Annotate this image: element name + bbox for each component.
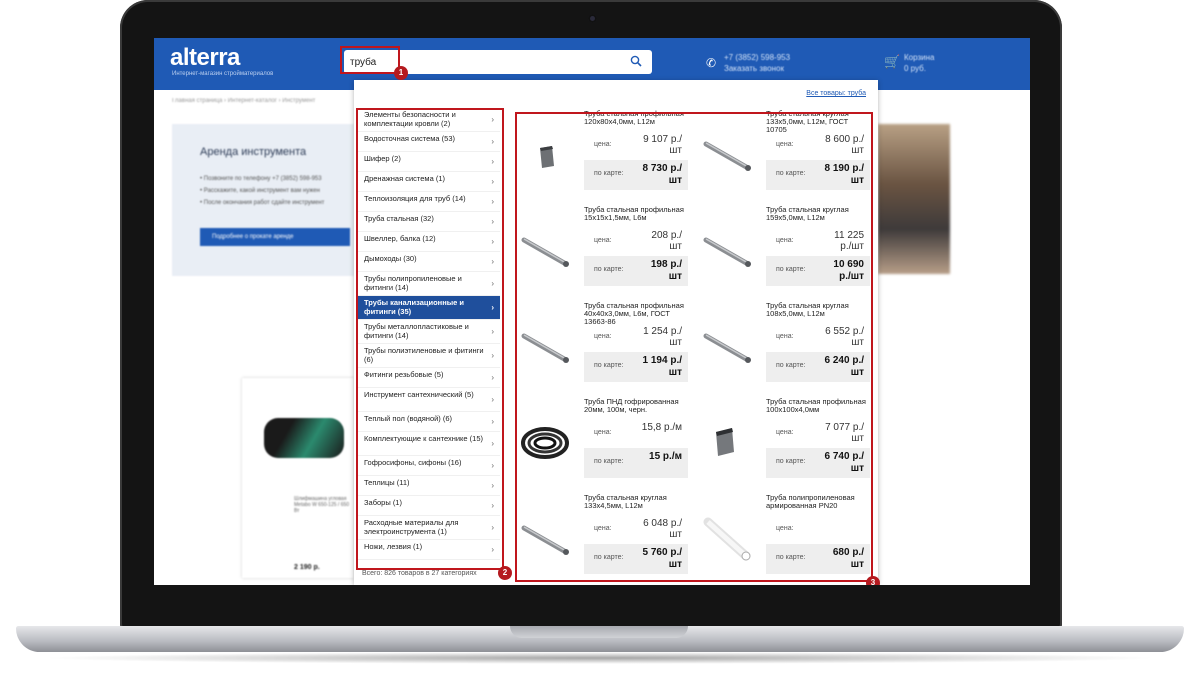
- annotation-box-2: [356, 108, 504, 570]
- annotation-badge-1: 1: [394, 66, 408, 80]
- header-phone[interactable]: +7 (3852) 598-953 Заказать звонок: [724, 52, 790, 74]
- cart-icon[interactable]: 🛒: [884, 54, 900, 70]
- annotation-box-1: [340, 46, 400, 74]
- rent-line: • После окончания работ сдайте инструмен…: [200, 200, 325, 206]
- laptop-notch: [510, 626, 688, 638]
- annotation-badge-2: 2: [498, 566, 512, 580]
- laptop-shadow: [40, 652, 1160, 664]
- rent-title: Аренда инструмента: [200, 146, 307, 158]
- product-card-bg[interactable]: Шлифмашина угловая Metabo W 650-125 / 65…: [242, 378, 354, 578]
- annotation-box-3: [515, 112, 873, 582]
- laptop-screen: alterra Интернет-магазин стройматериалов…: [154, 38, 1030, 585]
- site-logo[interactable]: alterra: [170, 44, 240, 72]
- rent-line: • Расскажите, какой инструмент вам нужен: [200, 188, 320, 194]
- rent-line: • Позвоните по телефону +7 (3852) 598-95…: [200, 176, 322, 182]
- rent-promo: Аренда инструмента • Позвоните по телефо…: [172, 124, 354, 276]
- annotation-badge-3: 3: [866, 576, 880, 585]
- rent-button[interactable]: Подробнее о прокате аренде: [200, 228, 350, 246]
- promo-image: [878, 124, 950, 274]
- total-results: Всего: 826 товаров в 27 категориях: [362, 570, 477, 577]
- phone-icon: ✆: [706, 56, 717, 70]
- search-icon[interactable]: [630, 55, 644, 69]
- product-card-price: 2 190 р.: [294, 564, 320, 571]
- header-cart[interactable]: Корзина 0 руб.: [904, 52, 934, 74]
- product-card-title: Шлифмашина угловая Metabo W 650-125 / 65…: [294, 496, 350, 514]
- breadcrumb[interactable]: Главная страница › Интернет-каталог › Ин…: [172, 98, 315, 104]
- camera-icon: [588, 14, 597, 23]
- grinder-image: [264, 418, 344, 458]
- logo-subtitle: Интернет-магазин стройматериалов: [172, 71, 274, 77]
- all-goods-link[interactable]: Все товары: труба: [806, 90, 866, 97]
